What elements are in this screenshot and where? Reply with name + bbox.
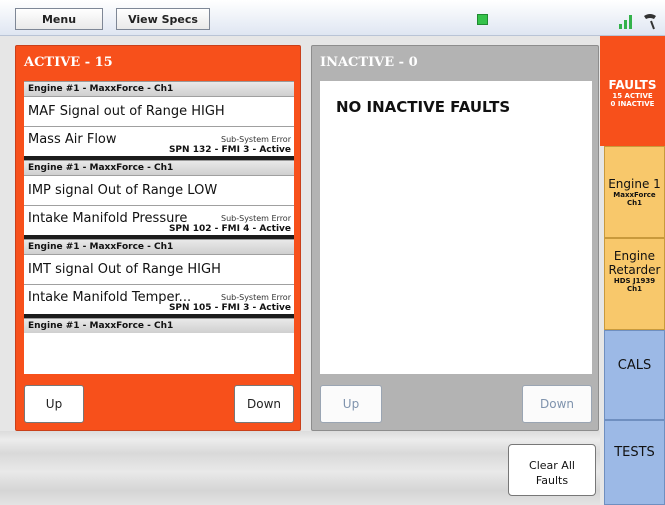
fault-subsystem: Intake Manifold Pressure: [28, 211, 188, 226]
fault-item[interactable]: Engine #1 - MaxxForce - Ch1 MAF Signal o…: [24, 81, 294, 160]
fault-header: Engine #1 - MaxxForce - Ch1: [24, 160, 294, 175]
tab-retarder-sub1: HDS J1939: [613, 277, 656, 285]
fault-subsystem-row: Mass Air Flow Sub-System Error SPN 132 -…: [24, 126, 294, 156]
clear-label-line1: Clear All: [529, 459, 575, 472]
fault-description: IMT signal Out of Range HIGH: [24, 254, 294, 284]
fault-item[interactable]: Engine #1 - MaxxForce - Ch1: [24, 318, 294, 333]
fault-subsystem-row: Intake Manifold Pressure Sub-System Erro…: [24, 205, 294, 235]
fault-header: Engine #1 - MaxxForce - Ch1: [24, 318, 294, 333]
no-inactive-faults-message: NO INACTIVE FAULTS: [336, 98, 511, 116]
tab-cals-title: CALS: [617, 358, 652, 373]
active-faults-panel: ACTIVE - 15 Engine #1 - MaxxForce - Ch1 …: [15, 45, 301, 431]
tab-engine1-sub2: Ch1: [627, 199, 642, 207]
fault-description: IMP signal Out of Range LOW: [24, 175, 294, 205]
fault-code: SPN 105 - FMI 3 - Active: [168, 303, 291, 313]
clear-label-line2: Faults: [535, 474, 569, 487]
active-panel-title: ACTIVE - 15: [24, 55, 113, 70]
fault-item[interactable]: Engine #1 - MaxxForce - Ch1 IMT signal O…: [24, 239, 294, 318]
inactive-faults-list: NO INACTIVE FAULTS: [320, 81, 592, 374]
fault-type: Sub-System Error: [221, 214, 291, 223]
phone-icon: [644, 14, 656, 30]
status-green-icon: [477, 14, 488, 25]
fault-code: SPN 102 - FMI 4 - Active: [168, 224, 291, 234]
fault-subsystem: Mass Air Flow: [28, 132, 117, 147]
inactive-down-button[interactable]: Down: [522, 385, 592, 423]
inactive-up-button[interactable]: Up: [320, 385, 382, 423]
menu-button[interactable]: Menu: [15, 8, 103, 30]
fault-type: Sub-System Error: [221, 293, 291, 302]
inactive-faults-panel: INACTIVE - 0 NO INACTIVE FAULTS Up Down: [311, 45, 599, 431]
fault-code: SPN 132 - FMI 3 - Active: [168, 145, 291, 155]
tab-faults-active-count: 15 ACTIVE: [612, 92, 653, 100]
tab-retarder-title1: Engine: [613, 249, 656, 263]
fault-item[interactable]: Engine #1 - MaxxForce - Ch1 IMP signal O…: [24, 160, 294, 239]
view-specs-button[interactable]: View Specs: [116, 8, 210, 30]
tab-tests-title: TESTS: [614, 445, 655, 460]
fault-type: Sub-System Error: [221, 135, 291, 144]
tab-engine1-title: Engine 1: [608, 177, 661, 191]
active-faults-list[interactable]: Engine #1 - MaxxForce - Ch1 MAF Signal o…: [24, 81, 294, 374]
fault-subsystem-row: Intake Manifold Temper... Sub-System Err…: [24, 284, 294, 314]
fault-header: Engine #1 - MaxxForce - Ch1: [24, 239, 294, 254]
tab-retarder-title2: Retarder: [608, 263, 661, 277]
inactive-panel-title: INACTIVE - 0: [320, 55, 418, 70]
active-up-button[interactable]: Up: [24, 385, 84, 423]
tab-faults-inactive-count: 0 INACTIVE: [610, 100, 655, 108]
top-bar: Menu View Specs: [0, 0, 665, 36]
tab-engine1-sub1: MaxxForce: [613, 191, 656, 199]
tab-faults[interactable]: FAULTS 15 ACTIVE 0 INACTIVE: [600, 36, 665, 146]
tab-cals[interactable]: CALS: [604, 330, 665, 420]
fault-description: MAF Signal out of Range HIGH: [24, 96, 294, 126]
fault-subsystem: Intake Manifold Temper...: [28, 290, 192, 305]
fault-header: Engine #1 - MaxxForce - Ch1: [24, 81, 294, 96]
tab-engine-1[interactable]: Engine 1 MaxxForce Ch1: [604, 146, 665, 238]
right-tab-bar: FAULTS 15 ACTIVE 0 INACTIVE Engine 1 Max…: [600, 36, 665, 505]
tab-tests[interactable]: TESTS: [604, 420, 665, 505]
tab-retarder-sub2: Ch1: [627, 285, 642, 293]
signal-bars-icon: [619, 15, 632, 29]
clear-all-faults-button[interactable]: Clear All Faults: [508, 444, 596, 496]
tab-faults-title: FAULTS: [608, 78, 657, 92]
tab-engine-retarder[interactable]: Engine Retarder HDS J1939 Ch1: [604, 238, 665, 330]
active-down-button[interactable]: Down: [234, 385, 294, 423]
